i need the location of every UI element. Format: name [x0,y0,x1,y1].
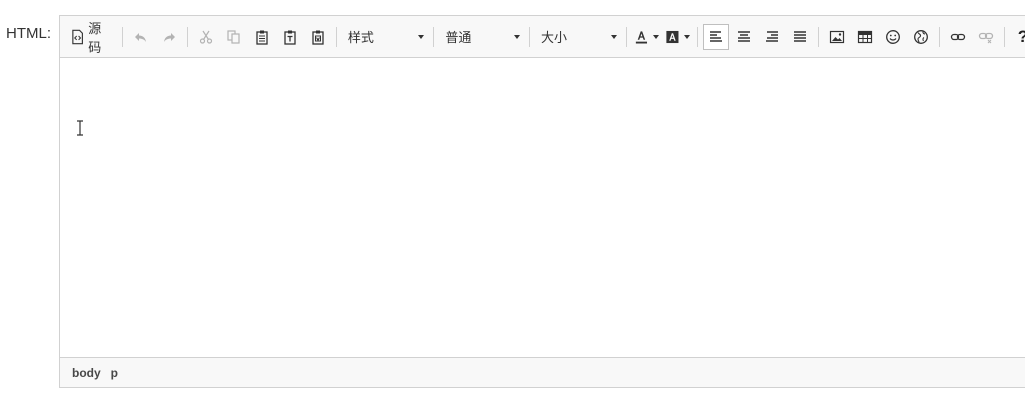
align-center-icon [738,30,751,42]
editor-content-area[interactable] [60,58,1025,358]
toolbar-separator [939,26,941,47]
chevron-down-icon [653,34,660,39]
editor-statusbar: body p [60,357,1025,387]
styles-dropdown-label: 样式 [347,30,374,45]
link-icon [950,33,966,40]
background-color-icon [666,30,679,43]
insert-emoji-button[interactable] [880,24,906,50]
paste-text-icon [284,30,296,45]
align-justify-button[interactable] [787,24,813,50]
align-center-button[interactable] [731,24,757,50]
rich-text-editor: 源码 样式 普通 大小 body p [59,15,1025,388]
chevron-down-icon [418,34,425,39]
align-left-icon [710,30,723,42]
text-color-icon [636,30,648,44]
insert-image-button[interactable] [824,24,850,50]
toolbar-separator [187,26,188,47]
element-path-p[interactable]: p [111,366,118,380]
toolbar-separator [818,26,820,47]
unlink-button[interactable] [973,24,999,50]
align-left-button[interactable] [703,23,730,50]
toolbar-separator [433,26,435,47]
help-button[interactable]: ? [1010,24,1025,50]
toolbar-separator [626,26,628,47]
table-icon [857,30,873,43]
styles-dropdown[interactable]: 样式 [342,24,429,50]
redo-icon [164,32,176,42]
copy-icon [227,29,240,44]
toolbar-separator [529,26,530,47]
insert-media-button[interactable] [908,24,934,50]
smiley-icon [886,29,901,44]
cut-button[interactable] [193,24,219,50]
toolbar-separator [697,26,699,47]
paste-text-button[interactable] [277,24,303,50]
insert-link-button[interactable] [945,24,971,50]
source-button-label: 源码 [88,20,102,55]
toolbar-separator [122,26,124,47]
toolbar-separator [335,26,337,47]
background-color-button[interactable] [663,24,692,50]
chevron-down-icon [611,34,618,39]
align-right-button[interactable] [759,24,785,50]
undo-icon [135,32,147,42]
chevron-down-icon [514,34,520,39]
insert-table-button[interactable] [852,24,878,50]
paste-from-word-button[interactable] [305,24,331,50]
editor-toolbar: 源码 样式 普通 大小 [60,16,1025,58]
source-icon [72,29,83,44]
undo-button[interactable] [128,24,154,50]
paste-word-icon [312,30,324,45]
font-size-dropdown-label: 大小 [540,30,567,45]
source-button[interactable]: 源码 [66,21,117,55]
toolbar-separator [1004,26,1005,47]
text-color-button[interactable] [632,24,661,50]
redo-button[interactable] [156,24,182,50]
clipboard-icon [256,30,268,45]
globe-icon [914,29,929,44]
image-icon [829,30,845,43]
paste-button[interactable] [249,24,275,50]
html-field-label: HTML: [6,25,51,42]
copy-button[interactable] [221,24,247,50]
format-dropdown-label: 普通 [445,30,472,45]
align-justify-icon [794,30,807,42]
unlink-icon [978,32,994,43]
element-path-body[interactable]: body [72,366,101,380]
font-size-dropdown[interactable]: 大小 [535,24,622,50]
chevron-down-icon [684,34,691,39]
scissors-icon [199,30,213,44]
align-right-icon [766,30,779,42]
format-dropdown[interactable]: 普通 [439,24,524,50]
text-cursor-icon [77,120,83,136]
